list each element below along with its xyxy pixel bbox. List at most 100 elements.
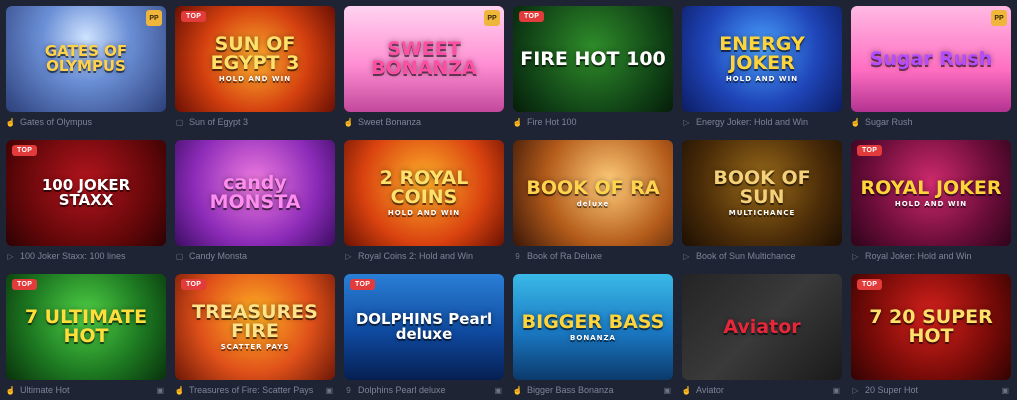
game-card[interactable]: ENERGY JOKER HOLD AND WIN ▷ Energy Joker: H… [682, 6, 842, 132]
game-logo-text: Sugar Rush [869, 47, 993, 70]
game-caption: ☝ Bigger Bass Bonanza ▣ [513, 380, 673, 400]
game-logo: FIRE HOT 100 [514, 47, 672, 70]
game-thumbnail[interactable]: ENERGY JOKER HOLD AND WIN [682, 6, 842, 112]
game-thumbnail[interactable]: TOP DOLPHINS Pearl deluxe [344, 274, 504, 380]
game-logo-text: DOLPHINS Pearl deluxe [355, 310, 493, 343]
game-thumbnail[interactable]: TOP 7 20 SUPER HOT [851, 274, 1011, 380]
game-thumbnail[interactable]: PP GATES OF OLYMPUS [6, 6, 166, 112]
game-logo: ROYAL JOKER HOLD AND WIN [854, 176, 1007, 208]
game-title[interactable]: Energy Joker: Hold and Win [696, 117, 842, 127]
provider-badge: PP [484, 10, 500, 26]
video-icon[interactable]: ▣ [832, 386, 842, 395]
game-caption: ☝ Fire Hot 100 [513, 112, 673, 132]
game-thumbnail[interactable]: BOOK OF RA deluxe [513, 140, 673, 246]
video-icon[interactable]: ▣ [156, 386, 166, 395]
game-logo: BIGGER BASS BONANZA [516, 312, 671, 342]
game-caption: ☝ Ultimate Hot ▣ [6, 380, 166, 400]
game-thumbnail[interactable]: candy MONSTA [175, 140, 335, 246]
game-logo: GATES OF OLYMPUS [6, 44, 166, 74]
game-card[interactable]: BOOK OF SUN MULTICHANCE ▷ Book of Sun Multi… [682, 140, 842, 266]
play-icon: ▷ [345, 251, 352, 261]
game-card[interactable]: TOP ROYAL JOKER HOLD AND WIN ▷ Royal Joker: … [851, 140, 1011, 266]
game-card[interactable]: candy MONSTA ▢ Candy Monsta [175, 140, 335, 266]
game-title[interactable]: Candy Monsta [189, 251, 335, 261]
hand-icon: ☝ [681, 385, 692, 395]
hand-icon: ☝ [174, 385, 185, 395]
game-title[interactable]: Dolphins Pearl deluxe [358, 385, 489, 395]
game-logo: Aviator [717, 317, 806, 337]
game-card[interactable]: 2 ROYAL COINS HOLD AND WIN ▷ Royal Coins 2:… [344, 140, 504, 266]
game-logo: 7 20 SUPER HOT [851, 308, 1011, 346]
game-thumbnail[interactable]: TOP FIRE HOT 100 [513, 6, 673, 112]
game-logo-subtitle: HOLD AND WIN [387, 209, 461, 217]
game-logo: DOLPHINS Pearl deluxe [344, 312, 504, 342]
game-card[interactable]: Aviator ☝ Aviator ▣ [682, 274, 842, 400]
game-title[interactable]: Gates of Olympus [20, 117, 166, 127]
game-card[interactable]: TOP SUN OF EGYPT 3 HOLD AND WIN ▢ Sun of Egy… [175, 6, 335, 132]
game-title[interactable]: Sugar Rush [865, 117, 1011, 127]
game-thumbnail[interactable]: TOP ROYAL JOKER HOLD AND WIN [851, 140, 1011, 246]
play-icon: ▷ [852, 251, 859, 261]
game-card[interactable]: PP Sugar Rush ☝ Sugar Rush [851, 6, 1011, 132]
game-card[interactable]: TOP 7 20 SUPER HOT ▷ 20 Super Hot ▣ [851, 274, 1011, 400]
game-card[interactable]: BOOK OF RA deluxe 9 Book of Ra Deluxe [513, 140, 673, 266]
video-icon[interactable]: ▣ [494, 386, 504, 395]
game-logo-text: FIRE HOT 100 [520, 47, 666, 70]
game-card[interactable]: TOP 7 ULTIMATE HOT ☝ Ultimate Hot ▣ [6, 274, 166, 400]
game-thumbnail[interactable]: TOP SUN OF EGYPT 3 HOLD AND WIN [175, 6, 335, 112]
game-title[interactable]: Bigger Bass Bonanza [527, 385, 658, 395]
game-caption: ▢ Sun of Egypt 3 [175, 112, 335, 132]
game-logo: SUN OF EGYPT 3 HOLD AND WIN [175, 35, 335, 83]
game-title[interactable]: Book of Sun Multichance [696, 251, 842, 261]
game-title[interactable]: Ultimate Hot [20, 385, 151, 395]
game-thumbnail[interactable]: BIGGER BASS BONANZA [513, 274, 673, 380]
game-caption: 9 Book of Ra Deluxe [513, 246, 673, 266]
game-logo-text: BOOK OF SUN [713, 167, 811, 208]
game-card[interactable]: BIGGER BASS BONANZA ☝ Bigger Bass Bonanza ▣ [513, 274, 673, 400]
game-thumbnail[interactable]: PP Sugar Rush [851, 6, 1011, 112]
game-logo-text: ROYAL JOKER [860, 176, 1002, 199]
game-thumbnail[interactable]: TOP 7 ULTIMATE HOT [6, 274, 166, 380]
hand-icon: ☝ [5, 117, 16, 127]
game-title[interactable]: Aviator [696, 385, 827, 395]
game-card[interactable]: TOP FIRE HOT 100 ☝ Fire Hot 100 [513, 6, 673, 132]
game-logo: BOOK OF SUN MULTICHANCE [682, 169, 842, 217]
game-title[interactable]: Book of Ra Deluxe [527, 251, 673, 261]
game-caption: ▷ Book of Sun Multichance [682, 246, 842, 266]
video-icon[interactable]: ▣ [1001, 386, 1011, 395]
hand-icon: ☝ [5, 385, 16, 395]
game-title[interactable]: Royal Coins 2: Hold and Win [358, 251, 504, 261]
top-badge: TOP [181, 279, 207, 290]
game-card[interactable]: TOP TREASURES FIRE SCATTER PAYS ☝ Treasures … [175, 274, 335, 400]
game-logo-subtitle: deluxe [576, 199, 610, 208]
game-card[interactable]: TOP DOLPHINS Pearl deluxe 9 Dolphins Pearl … [344, 274, 504, 400]
game-card[interactable]: PP SWEET BONANZA ☝ Sweet Bonanza [344, 6, 504, 132]
video-icon[interactable]: ▣ [325, 386, 335, 395]
square-icon: ▢ [175, 251, 184, 261]
game-logo: 2 ROYAL COINS HOLD AND WIN [344, 169, 504, 217]
game-caption: ▷ Energy Joker: Hold and Win [682, 112, 842, 132]
video-icon[interactable]: ▣ [663, 386, 673, 395]
game-card[interactable]: PP GATES OF OLYMPUS ☝ Gates of Olympus [6, 6, 166, 132]
game-title[interactable]: 100 Joker Staxx: 100 lines [20, 251, 166, 261]
game-card[interactable]: TOP 100 JOKER STAXX ▷ 100 Joker Staxx: 100 … [6, 140, 166, 266]
game-caption: ▷ Royal Joker: Hold and Win [851, 246, 1011, 266]
top-badge: TOP [857, 145, 883, 156]
game-logo-subtitle: BONANZA [570, 333, 616, 342]
game-logo-text: SWEET BONANZA [371, 38, 477, 79]
game-thumbnail[interactable]: TOP TREASURES FIRE SCATTER PAYS [175, 274, 335, 380]
game-thumbnail[interactable]: PP SWEET BONANZA [344, 6, 504, 112]
hand-icon: ☝ [850, 117, 861, 127]
game-thumbnail[interactable]: TOP 100 JOKER STAXX [6, 140, 166, 246]
game-logo-text: GATES OF OLYMPUS [44, 42, 128, 75]
game-title[interactable]: Sweet Bonanza [358, 117, 504, 127]
game-logo: Sugar Rush [864, 47, 999, 70]
game-thumbnail[interactable]: 2 ROYAL COINS HOLD AND WIN [344, 140, 504, 246]
game-title[interactable]: 20 Super Hot [865, 385, 996, 395]
game-thumbnail[interactable]: Aviator [682, 274, 842, 380]
game-title[interactable]: Royal Joker: Hold and Win [865, 251, 1011, 261]
game-title[interactable]: Sun of Egypt 3 [189, 117, 335, 127]
game-title[interactable]: Treasures of Fire: Scatter Pays [189, 385, 320, 395]
game-title[interactable]: Fire Hot 100 [527, 117, 673, 127]
game-thumbnail[interactable]: BOOK OF SUN MULTICHANCE [682, 140, 842, 246]
